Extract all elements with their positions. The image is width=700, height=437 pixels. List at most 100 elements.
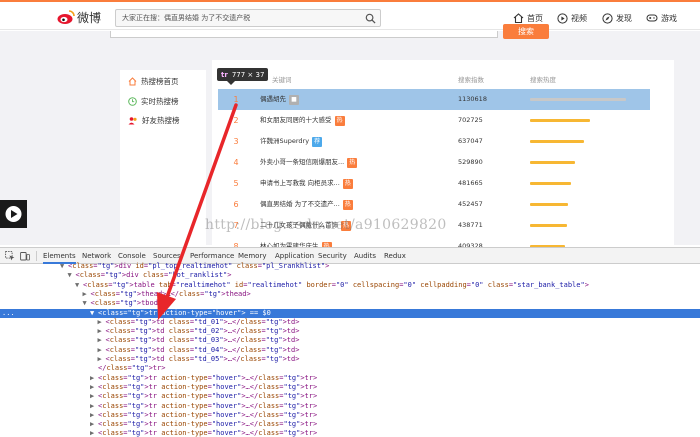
- dom-node-line[interactable]: ▶ <class="tg">tr action-type="hover">…</c…: [0, 420, 700, 429]
- keyword-text: 申请书上写救我 向柜员求...: [260, 179, 340, 187]
- weibo-logo[interactable]: 微博: [57, 8, 101, 26]
- table-row[interactable]: 2 和女朋友同居的十大感受热 702725: [218, 110, 650, 131]
- dom-node-line[interactable]: ▼ <class="tg">div class="hot_ranklist">: [0, 271, 700, 280]
- hot-search-input[interactable]: [110, 31, 498, 38]
- more-options-icon[interactable]: ...: [2, 309, 15, 318]
- keyword-link[interactable]: 偶遇胡先 ■: [260, 89, 299, 110]
- selected-dom-node[interactable]: ... ▼ <class="tg">tr action-type="hover"> …: [0, 308, 700, 318]
- watermark: http://blog.csdn.net/a910629820: [205, 217, 447, 233]
- dom-node-markup: <class="tg">tr action-type="hover"> == $…: [98, 308, 271, 317]
- expand-triangle-icon[interactable]: ▶: [98, 336, 106, 345]
- keyword-link[interactable]: 申请书上写救我 向柜员求... 热: [260, 173, 353, 194]
- expand-triangle-icon[interactable]: ▶: [90, 383, 98, 392]
- keyword-text: 偶遇胡先: [260, 95, 286, 103]
- top-bar: 微博 大家正在搜：偶直男结婚 为了不交遗产税 首页 视频 发现 游戏: [0, 0, 700, 30]
- expand-triangle-icon[interactable]: ▶: [90, 411, 98, 420]
- keyword-link[interactable]: 许魏洲Superdry 荐: [260, 131, 323, 152]
- keyword-link[interactable]: 偶直男结婚 为了不交遗产... 热: [260, 194, 353, 215]
- heat-bar: [530, 119, 590, 122]
- dom-node-line[interactable]: ▶ <class="tg">td class="td_02">…</class="…: [0, 327, 700, 336]
- search-icon[interactable]: [365, 13, 376, 24]
- nav-video[interactable]: 视频: [557, 10, 587, 26]
- hot-badge: ■: [289, 94, 299, 105]
- dom-node-line[interactable]: ▶ <class="tg">tr action-type="hover">…</c…: [0, 411, 700, 420]
- device-toolbar-icon[interactable]: [20, 251, 30, 261]
- dom-node-line[interactable]: ▶ <class="tg">tr action-type="hover">…</c…: [0, 429, 700, 437]
- dom-node-markup: <class="tg">td class="td_04">…</class="t…: [105, 345, 300, 354]
- search-index: 481665: [458, 179, 483, 187]
- search-button[interactable]: 搜索: [503, 24, 549, 39]
- dom-node-line[interactable]: ▶ <class="tg">td class="td_03">…</class="…: [0, 336, 700, 345]
- search-index: 637047: [458, 137, 483, 145]
- element-tooltip: tr 777 × 37: [217, 68, 269, 81]
- dom-node-line[interactable]: ▶ <class="tg">tr action-type="hover">…</c…: [0, 392, 700, 401]
- collapse-triangle-icon[interactable]: ▼: [83, 299, 91, 308]
- dom-node-markup: <class="tg">tbody>: [90, 299, 167, 308]
- dom-node-line[interactable]: ▶ <class="tg">td class="td_04">…</class="…: [0, 346, 700, 355]
- rank-number: 3: [233, 137, 239, 146]
- expand-triangle-icon[interactable]: ▶: [83, 290, 91, 299]
- collapse-triangle-icon[interactable]: ▼: [90, 309, 98, 318]
- table-row[interactable]: 3 许魏洲Superdry 荐 637047: [218, 131, 650, 152]
- dom-node-line[interactable]: ▶ <class="tg">tr action-type="hover">…</c…: [0, 402, 700, 411]
- video-player-button[interactable]: [0, 200, 27, 228]
- rank-number: 1: [233, 95, 239, 104]
- rank-number: 6: [233, 200, 239, 209]
- search-index: 529890: [458, 158, 483, 166]
- inspect-element-icon[interactable]: [5, 251, 15, 261]
- keyword-text: 偶直男结婚 为了不交遗产...: [260, 200, 340, 208]
- dom-node-markup: </class="tg">tr>: [98, 364, 166, 373]
- collapse-triangle-icon[interactable]: ▼: [60, 262, 68, 271]
- expand-triangle-icon[interactable]: ▶: [90, 420, 98, 429]
- sidebar-item-friends[interactable]: 好友热搜榜: [128, 113, 180, 127]
- sidebar-item-hot-home[interactable]: 热搜榜首页: [128, 74, 179, 88]
- nav-home-label: 首页: [527, 13, 543, 23]
- dom-node-line[interactable]: </class="tg">tr>: [0, 364, 700, 373]
- expand-triangle-icon[interactable]: ▶: [90, 429, 98, 437]
- clock-icon: [128, 96, 137, 106]
- expand-triangle-icon[interactable]: ▶: [90, 374, 98, 383]
- nav-discover[interactable]: 发现: [602, 10, 632, 26]
- keyword-text: 和女朋友同居的十大感受: [260, 116, 332, 124]
- toolbar-divider: [36, 251, 37, 261]
- dom-node-line[interactable]: ▼ <class="tg">tbody>: [0, 299, 700, 308]
- dom-node-markup: <class="tg">tr action-type="hover">…</cl…: [98, 401, 318, 410]
- nav-games-label: 游戏: [661, 13, 677, 23]
- column-header-heat: 搜索热度: [530, 76, 556, 84]
- table-row[interactable]: 6 偶直男结婚 为了不交遗产... 热 452457: [218, 194, 650, 215]
- dom-node-markup: <class="tg">tr action-type="hover">…</cl…: [98, 373, 318, 382]
- sidebar-item-realtime[interactable]: 实时热搜榜: [128, 94, 179, 108]
- expand-triangle-icon[interactable]: ▶: [90, 392, 98, 401]
- rank-number: 2: [233, 116, 239, 125]
- dom-node-line[interactable]: ▼ <class="tg">div id="pl_top_realtimehot"…: [0, 262, 700, 271]
- table-row[interactable]: 5 申请书上写救我 向柜员求... 热 481665: [218, 173, 650, 194]
- weibo-logo-icon: [57, 10, 75, 24]
- expand-triangle-icon[interactable]: ▶: [98, 355, 106, 364]
- expand-triangle-icon[interactable]: ▶: [98, 318, 106, 327]
- keyword-link[interactable]: 外卖小哥一条短信刚爆朋友... 热: [260, 152, 358, 173]
- keyword-link[interactable]: 和女朋友同居的十大感受热: [260, 110, 345, 131]
- heat-bar: [530, 161, 575, 164]
- nav-games[interactable]: 游戏: [646, 10, 677, 26]
- dom-node-line[interactable]: ▼ <class="tg">table tab="realtimehot" id=…: [0, 281, 700, 290]
- dom-node-markup: <class="tg">tr action-type="hover">…</cl…: [98, 382, 318, 391]
- dom-node-line[interactable]: ▶ <class="tg">td class="td_01">…</class="…: [0, 318, 700, 327]
- heat-bar: [530, 98, 626, 101]
- dom-node-line[interactable]: ▶ <class="tg">td class="td_05">…</class="…: [0, 355, 700, 364]
- rank-number: 4: [233, 158, 239, 167]
- collapse-triangle-icon[interactable]: ▼: [68, 271, 76, 280]
- expand-triangle-icon[interactable]: ▶: [90, 402, 98, 411]
- dom-node-line[interactable]: ▶ <class="tg">tr action-type="hover">…</c…: [0, 374, 700, 383]
- search-placeholder: 大家正在搜：偶直男结婚 为了不交遗产税: [122, 14, 251, 22]
- dom-node-line[interactable]: ▶ <class="tg">thead>…</class="tg">thead>: [0, 290, 700, 299]
- table-row[interactable]: 1 偶遇胡先 ■ 1130618: [218, 89, 650, 110]
- dom-node-markup: <class="tg">thead>…</class="tg">thead>: [90, 289, 251, 298]
- collapse-triangle-icon[interactable]: ▼: [75, 281, 83, 290]
- table-row[interactable]: 4 外卖小哥一条短信刚爆朋友... 热 529890: [218, 152, 650, 173]
- expand-triangle-icon[interactable]: ▶: [98, 346, 106, 355]
- search-index: 452457: [458, 200, 483, 208]
- heat-bar: [530, 182, 571, 185]
- expand-triangle-icon[interactable]: ▶: [98, 327, 106, 336]
- dom-node-line[interactable]: ▶ <class="tg">tr action-type="hover">…</c…: [0, 383, 700, 392]
- search-input[interactable]: 大家正在搜：偶直男结婚 为了不交遗产税: [115, 9, 381, 27]
